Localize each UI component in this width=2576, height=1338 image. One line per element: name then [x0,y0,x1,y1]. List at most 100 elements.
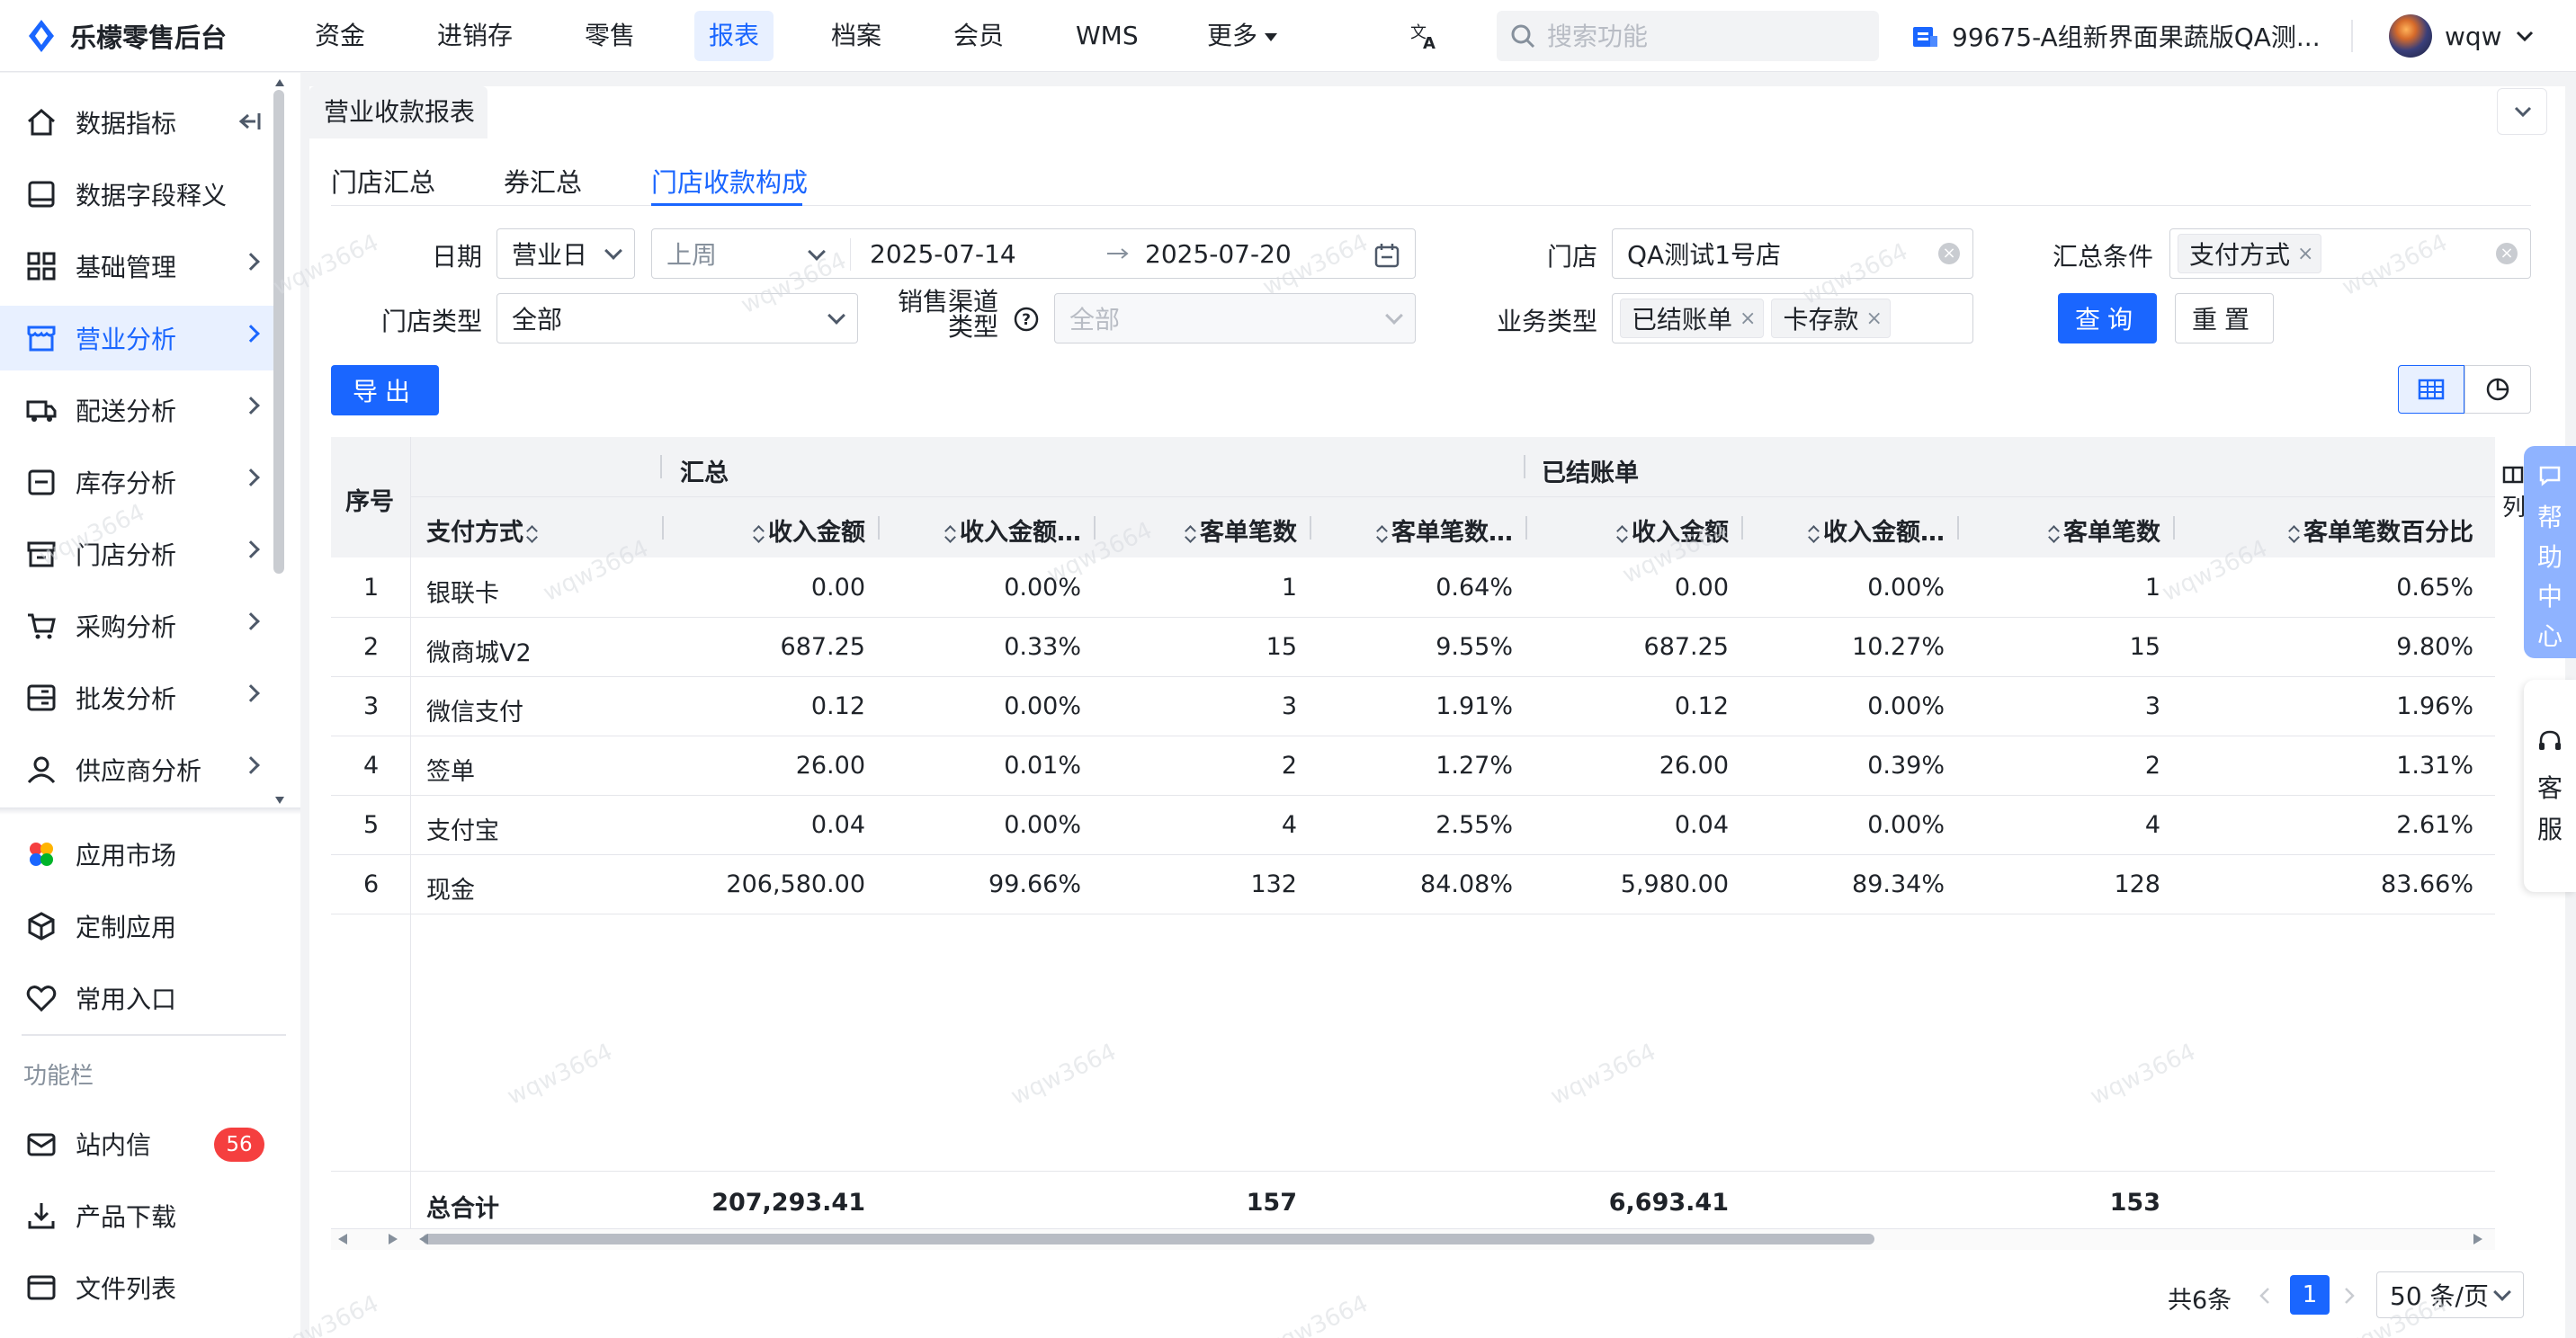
query-button[interactable]: 查询 [2058,293,2157,343]
table-cell: 0.12 [810,692,865,720]
sort-icon[interactable] [1377,524,1388,544]
tab-coupon-summary[interactable]: 券汇总 [504,162,582,200]
nav-item-wms[interactable]: WMS [1061,11,1153,61]
help-circle-icon[interactable]: ? [1013,306,1040,333]
nav-item-reports[interactable]: 报表 [694,11,774,61]
column-header[interactable]: 客单笔数… [1279,513,1513,548]
row-payment-method: 签单 [426,758,475,786]
close-icon[interactable]: × [1865,308,1882,330]
sort-icon[interactable] [1185,524,1196,544]
sort-icon[interactable] [1809,524,1820,544]
sort-icon[interactable] [527,524,538,544]
column-header-method[interactable]: 支付方式 [426,513,541,548]
sales-channel-select[interactable]: 全部 [1054,293,1416,343]
page-size-select[interactable]: 50 条/页 [2376,1271,2524,1318]
sidebar-file-list[interactable]: 文件列表 [0,1255,273,1320]
business-type-select[interactable]: 已结账单 × 卡存款 × [1612,293,1973,343]
store-switcher[interactable]: 99675-A组新界面果蔬版QA测... [1910,14,2321,58]
translate-icon[interactable]: 文A [1409,20,1441,52]
store-select[interactable]: QA测试1号店 × [1612,228,1973,279]
column-header[interactable]: 收入金额… [847,513,1081,548]
column-header[interactable]: 客单笔数百分比 [2240,513,2473,548]
nav-item-more[interactable]: 更多 [1193,11,1292,61]
sidebar-item-purchase-analysis[interactable]: 采购分析 [0,593,273,658]
nav-item-retail[interactable]: 零售 [570,11,649,61]
sidebar-item-basic-management[interactable]: 基础管理 [0,234,273,299]
sort-icon[interactable] [2289,524,2300,544]
chart-view-toggle[interactable] [2464,365,2531,414]
collapse-button[interactable] [2497,88,2547,135]
export-button[interactable]: 导出 [331,365,439,415]
date-divider [850,238,851,271]
sidebar-item-store-analysis[interactable]: 门店分析 [0,522,273,586]
business-tag[interactable]: 卡存款 × [1771,299,1891,338]
sidebar-item-field-definitions[interactable]: 数据字段释义 [0,162,273,227]
column-header[interactable]: 客单笔数 [1063,513,1297,548]
sidebar-item-business-analysis[interactable]: 营业分析 [0,306,273,370]
sidebar-app-market[interactable]: 应用市场 [0,822,273,887]
search-input[interactable] [1547,21,1853,51]
sidebar-scrollbar[interactable] [273,90,284,574]
tab-store-payment-composition[interactable]: 门店收款构成 [651,162,808,200]
date-end[interactable]: 2025-07-20 [1145,239,1292,269]
nav-item-archive[interactable]: 档案 [817,11,896,61]
sidebar-custom-apps[interactable]: 定制应用 [0,894,273,959]
scroll-left-icon[interactable] [419,1234,428,1244]
sidebar-item-delivery-analysis[interactable]: 配送分析 [0,378,273,442]
sidebar-messages[interactable]: 站内信 56 [0,1111,273,1176]
clear-icon[interactable]: × [1938,243,1960,264]
help-center-button[interactable]: 帮 助 中 心 [2524,446,2576,658]
sidebar-downloads[interactable]: 产品下载 [0,1183,273,1248]
table-view-toggle[interactable] [2398,365,2464,414]
sidebar-item-inventory-analysis[interactable]: 库存分析 [0,450,273,514]
nav-item-member[interactable]: 会员 [939,11,1018,61]
sidebar-item-supplier-analysis[interactable]: 供应商分析 [0,737,273,802]
close-icon[interactable]: × [2297,243,2313,265]
row-seq: 2 [363,633,380,661]
sidebar-item-data-metrics[interactable]: 数据指标 [0,90,273,155]
scroll-left-icon[interactable] [338,1234,347,1244]
close-icon[interactable]: × [1740,308,1756,330]
date-start[interactable]: 2025-07-14 [870,239,1016,269]
scroll-right-icon[interactable] [389,1234,398,1244]
clear-icon[interactable]: × [2496,243,2518,264]
sidebar-favorites[interactable]: 常用入口 [0,966,273,1030]
chevron-right-icon[interactable] [2342,1286,2357,1306]
search-box[interactable] [1497,11,1879,61]
sort-icon[interactable] [754,524,765,544]
scroll-down-icon[interactable] [275,797,284,804]
summary-tag[interactable]: 支付方式 × [2178,234,2322,273]
column-header[interactable]: 收入金额 [1495,513,1729,548]
sidebar-tool-label: 文件列表 [76,1274,177,1304]
column-header[interactable]: 客单笔数 [1927,513,2160,548]
scroll-up-icon[interactable] [275,79,284,86]
sort-icon[interactable] [945,524,956,544]
app-logo[interactable]: 乐檬零售后台 [23,16,227,56]
column-header[interactable]: 收入金额 [631,513,865,548]
user-menu[interactable]: wqw [2389,13,2535,59]
page-tab[interactable]: 营业收款报表 [309,86,487,138]
reset-button[interactable]: 重置 [2175,293,2274,343]
customer-service-button[interactable]: 客 服 [2524,680,2576,892]
nav-item-inventory[interactable]: 进销存 [423,11,527,61]
column-header[interactable]: 收入金额… [1711,513,1945,548]
date-range-picker[interactable]: 上周 2025-07-14 2025-07-20 [651,228,1416,279]
business-tag[interactable]: 已结账单 × [1620,299,1765,338]
chevron-left-icon[interactable] [2258,1286,2272,1306]
chevron-right-icon [242,253,260,271]
nav-item-funds[interactable]: 资金 [300,11,380,61]
header-divider [2351,20,2353,52]
date-type-select[interactable]: 营业日 [496,228,635,279]
sort-icon[interactable] [2049,524,2060,544]
store-type-select[interactable]: 全部 [496,293,858,343]
tab-store-summary[interactable]: 门店汇总 [331,162,435,200]
download-icon [28,1203,55,1229]
horizontal-scrollbar[interactable] [423,1234,1874,1244]
page-number-current[interactable]: 1 [2290,1275,2330,1315]
sidebar-item-wholesale-analysis[interactable]: 批发分析 [0,665,273,730]
sort-icon[interactable] [1617,524,1628,544]
truck-icon [26,400,57,422]
summary-condition-select[interactable]: 支付方式 × × [2169,228,2531,279]
scroll-right-icon[interactable] [2473,1234,2482,1244]
svg-text:A: A [1423,34,1436,52]
